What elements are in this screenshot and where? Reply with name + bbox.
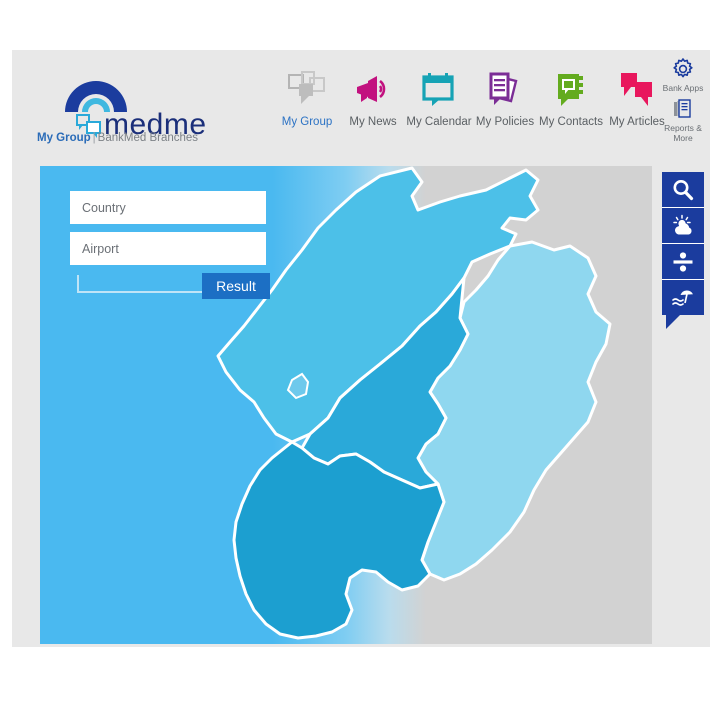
nav-label: My Group bbox=[281, 116, 333, 128]
nav-label: My Calendar bbox=[406, 116, 472, 128]
side-rail bbox=[662, 172, 704, 329]
application-frame: medme My Group | BankMed Branches My Group bbox=[12, 50, 710, 647]
utility-rail: Bank Apps Reports & More bbox=[656, 56, 710, 146]
breadcrumb-active[interactable]: My Group bbox=[37, 132, 91, 144]
search-icon bbox=[673, 179, 694, 200]
rail-button-search[interactable] bbox=[662, 172, 704, 207]
nav-label: My Contacts bbox=[539, 116, 603, 128]
airport-input[interactable] bbox=[70, 232, 266, 265]
megaphone-icon bbox=[340, 68, 406, 110]
gear-icon bbox=[656, 56, 710, 82]
branch-search-panel: Result bbox=[70, 191, 270, 299]
breadcrumb-current: BankMed Branches bbox=[97, 132, 199, 144]
nav-item-my-contacts[interactable]: My Contacts bbox=[538, 68, 604, 128]
rail-tail bbox=[666, 315, 680, 329]
nav-item-my-calendar[interactable]: My Calendar bbox=[406, 68, 472, 128]
result-row: Result bbox=[70, 273, 270, 299]
connector-line bbox=[77, 275, 219, 293]
rail-button-medical[interactable] bbox=[662, 243, 704, 279]
arc-logo-icon bbox=[65, 81, 127, 112]
nav-label: My Policies bbox=[475, 116, 535, 128]
documents-icon bbox=[472, 68, 538, 110]
nav-item-my-group[interactable]: My Group bbox=[274, 68, 340, 128]
nav-item-my-news[interactable]: My News bbox=[340, 68, 406, 128]
utility-label: Bank Apps bbox=[662, 83, 704, 93]
main-navigation: My Group My News My Calendar My Policies… bbox=[274, 68, 670, 150]
address-book-icon bbox=[538, 68, 604, 110]
nav-item-my-policies[interactable]: My Policies bbox=[472, 68, 538, 128]
rail-button-weather[interactable] bbox=[662, 207, 704, 243]
group-squares-icon bbox=[274, 68, 340, 110]
country-input[interactable] bbox=[70, 191, 266, 224]
beach-umbrella-icon bbox=[672, 289, 693, 306]
sun-cloud-icon bbox=[673, 214, 692, 234]
reports-stack-icon bbox=[656, 96, 710, 122]
utility-item-bank-apps[interactable]: Bank Apps bbox=[656, 56, 710, 94]
map-stage: Result bbox=[40, 166, 652, 644]
rail-button-travel[interactable] bbox=[662, 279, 704, 315]
calendar-icon bbox=[406, 68, 472, 110]
division-icon bbox=[673, 251, 693, 272]
breadcrumb-separator: | bbox=[92, 132, 96, 144]
utility-item-reports-more[interactable]: Reports & More bbox=[656, 96, 710, 144]
page-header: medme My Group | BankMed Branches My Group bbox=[12, 50, 710, 165]
breadcrumb: My Group | BankMed Branches bbox=[37, 132, 198, 144]
result-button[interactable]: Result bbox=[202, 273, 270, 299]
nav-label: My News bbox=[349, 116, 397, 128]
utility-label: Reports & More bbox=[664, 122, 702, 144]
